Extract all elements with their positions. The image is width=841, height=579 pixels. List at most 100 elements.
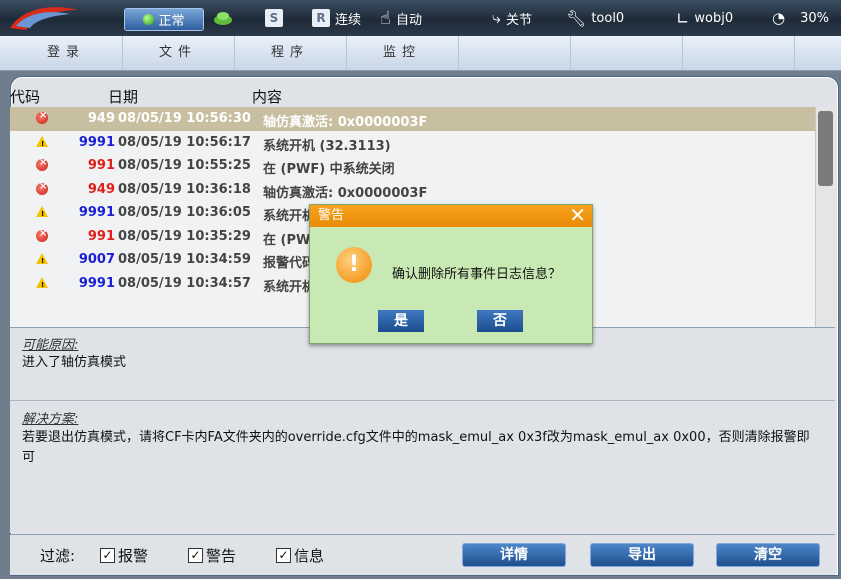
motor-button[interactable]	[212, 0, 234, 36]
log-scrollbar[interactable]	[815, 107, 836, 327]
log-row[interactable]: 94908/05/19 10:36:18 轴仿真激活: 0x0000003F	[10, 178, 815, 202]
log-text: 报警代码	[263, 256, 316, 271]
error-icon	[36, 110, 48, 124]
log-code: 9991	[78, 275, 115, 291]
warning-icon: !	[36, 276, 48, 289]
log-text: 轴仿真激活: 0x0000003F	[263, 115, 428, 130]
menu-file[interactable]: 文件	[122, 36, 235, 70]
export-button[interactable]: 导出	[590, 543, 694, 567]
menu-empty-1	[458, 36, 571, 70]
no-button[interactable]: 否	[477, 310, 523, 332]
col-code: 代码	[10, 88, 41, 106]
cause-title: 可能原因:	[22, 338, 79, 353]
warning-icon: !	[36, 135, 48, 148]
log-row[interactable]: 94908/05/19 10:56:30 轴仿真激活: 0x0000003F	[10, 107, 815, 131]
checkmark-icon: ✓	[276, 548, 291, 563]
log-header: 代码 日期 内容	[10, 84, 810, 106]
log-date: 08/05/19 10:36:18	[118, 181, 251, 197]
checkmark-icon: ✓	[100, 548, 115, 563]
log-text: 轴仿真激活: 0x0000003F	[263, 185, 428, 201]
menu-empty-2	[570, 36, 683, 70]
tool-button[interactable]: 🔧︎ tool0	[566, 0, 624, 36]
warning-icon: !	[36, 206, 48, 218]
close-icon[interactable]: ✕	[569, 204, 586, 226]
svg-text:!: !	[41, 281, 44, 289]
log-text: 系统开机	[263, 209, 316, 224]
speed-icon: ◔	[772, 9, 786, 27]
cause-text: 进入了轴仿真模式	[22, 355, 127, 370]
detail-area: 可能原因: 进入了轴仿真模式 解决方案: 若要退出仿真模式，请将CF卡内FA文件…	[10, 327, 835, 533]
menu-program[interactable]: 程序	[234, 36, 347, 70]
logo-icon	[10, 7, 78, 30]
s-button[interactable]: S	[265, 0, 283, 36]
menu-bar: 登录 文件 程序 监控	[0, 36, 841, 71]
col-content: 内容	[252, 88, 283, 106]
col-date: 日期	[108, 88, 139, 106]
filter-alarm-label: 报警	[118, 547, 149, 565]
menu-monitor[interactable]: 监控	[346, 36, 459, 70]
log-date: 08/05/19 10:36:05	[118, 205, 251, 220]
log-date: 08/05/19 10:34:57	[118, 275, 251, 291]
confirm-dialog: 警告 ✕ ! 确认删除所有事件日志信息？ 是 否	[309, 204, 593, 344]
mode-label: 正常	[158, 14, 185, 29]
filter-warning-checkbox[interactable]: ✓ 警告	[188, 545, 236, 566]
status-dot-icon	[143, 14, 155, 25]
detail-divider	[10, 400, 835, 401]
error-icon	[36, 157, 48, 171]
scroll-thumb[interactable]	[818, 111, 833, 186]
speed-label: 30%	[800, 10, 829, 26]
log-date: 08/05/19 10:35:29	[118, 228, 251, 244]
log-code: 949	[87, 111, 115, 126]
menu-empty-3	[682, 36, 795, 70]
filter-bar: 过滤: ✓ 报警 ✓ 警告 ✓ 信息 详情 导出 清空	[10, 534, 835, 575]
log-row[interactable]: ! 9991 08/05/19 10:56:17 系统开机 (32.3113)	[10, 131, 815, 155]
joint-icon: ⤷	[492, 8, 501, 27]
run-mode-label: 连续	[335, 12, 362, 28]
log-row[interactable]: 99108/05/19 10:55:25 在 (PWF) 中系统关闭	[10, 154, 815, 178]
auto-label: 自动	[395, 12, 422, 28]
mode-button[interactable]: 正常	[124, 8, 204, 31]
run-mode-button[interactable]: R 连续	[312, 0, 361, 36]
filter-info-checkbox[interactable]: ✓ 信息	[276, 545, 324, 566]
joint-label: 关节	[505, 12, 532, 28]
filter-info-label: 信息	[294, 547, 325, 565]
auto-button[interactable]: ☝ 自动	[380, 0, 422, 36]
hand-icon: ☝	[380, 7, 391, 29]
motor-icon	[214, 12, 232, 25]
wobj-button[interactable]: ∟ wobj0	[676, 0, 733, 36]
dialog-title: 警告	[318, 208, 345, 223]
filter-alarm-checkbox[interactable]: ✓ 报警	[100, 545, 148, 566]
log-text: 在 (PWF) 中系统关闭	[263, 162, 395, 177]
checkmark-icon: ✓	[188, 548, 203, 563]
filter-warning-label: 警告	[206, 547, 237, 565]
yes-button[interactable]: 是	[378, 310, 424, 332]
dialog-title-bar: 警告 ✕	[310, 204, 592, 227]
log-code: 9991	[78, 205, 115, 220]
tool-label: tool0	[591, 10, 625, 26]
error-icon	[36, 228, 48, 242]
clear-button[interactable]: 清空	[716, 543, 820, 567]
svg-text:!: !	[41, 257, 44, 265]
speed-button[interactable]: ◔ 30%	[772, 0, 829, 36]
exclamation-icon: !	[336, 247, 372, 283]
solution-title: 解决方案:	[22, 412, 79, 427]
details-button[interactable]: 详情	[462, 543, 566, 567]
log-code: 9007	[78, 252, 115, 267]
dialog-message: 确认删除所有事件日志信息？	[392, 267, 562, 282]
joint-button[interactable]: ⤷ 关节	[492, 0, 532, 36]
log-text: 系统开机 (32.3113)	[263, 138, 391, 154]
log-date: 08/05/19 10:56:17	[118, 134, 251, 150]
warning-icon: !	[36, 253, 48, 265]
wrench-icon: 🔧︎	[566, 8, 587, 28]
log-date: 08/05/19 10:56:30	[118, 111, 251, 126]
solution-text: 若要退出仿真模式，请将CF卡内FA文件夹内的override.cfg文件中的ma…	[22, 430, 810, 465]
menu-login[interactable]: 登录	[10, 36, 123, 70]
log-date: 08/05/19 10:34:59	[118, 252, 251, 267]
s-label: S	[265, 9, 283, 27]
svg-text:!: !	[41, 210, 44, 218]
log-text: 系统开机	[263, 279, 316, 295]
log-code: 949	[87, 181, 115, 197]
log-code: 991	[87, 228, 115, 244]
log-date: 08/05/19 10:55:25	[118, 158, 251, 173]
log-code: 9991	[78, 134, 115, 150]
